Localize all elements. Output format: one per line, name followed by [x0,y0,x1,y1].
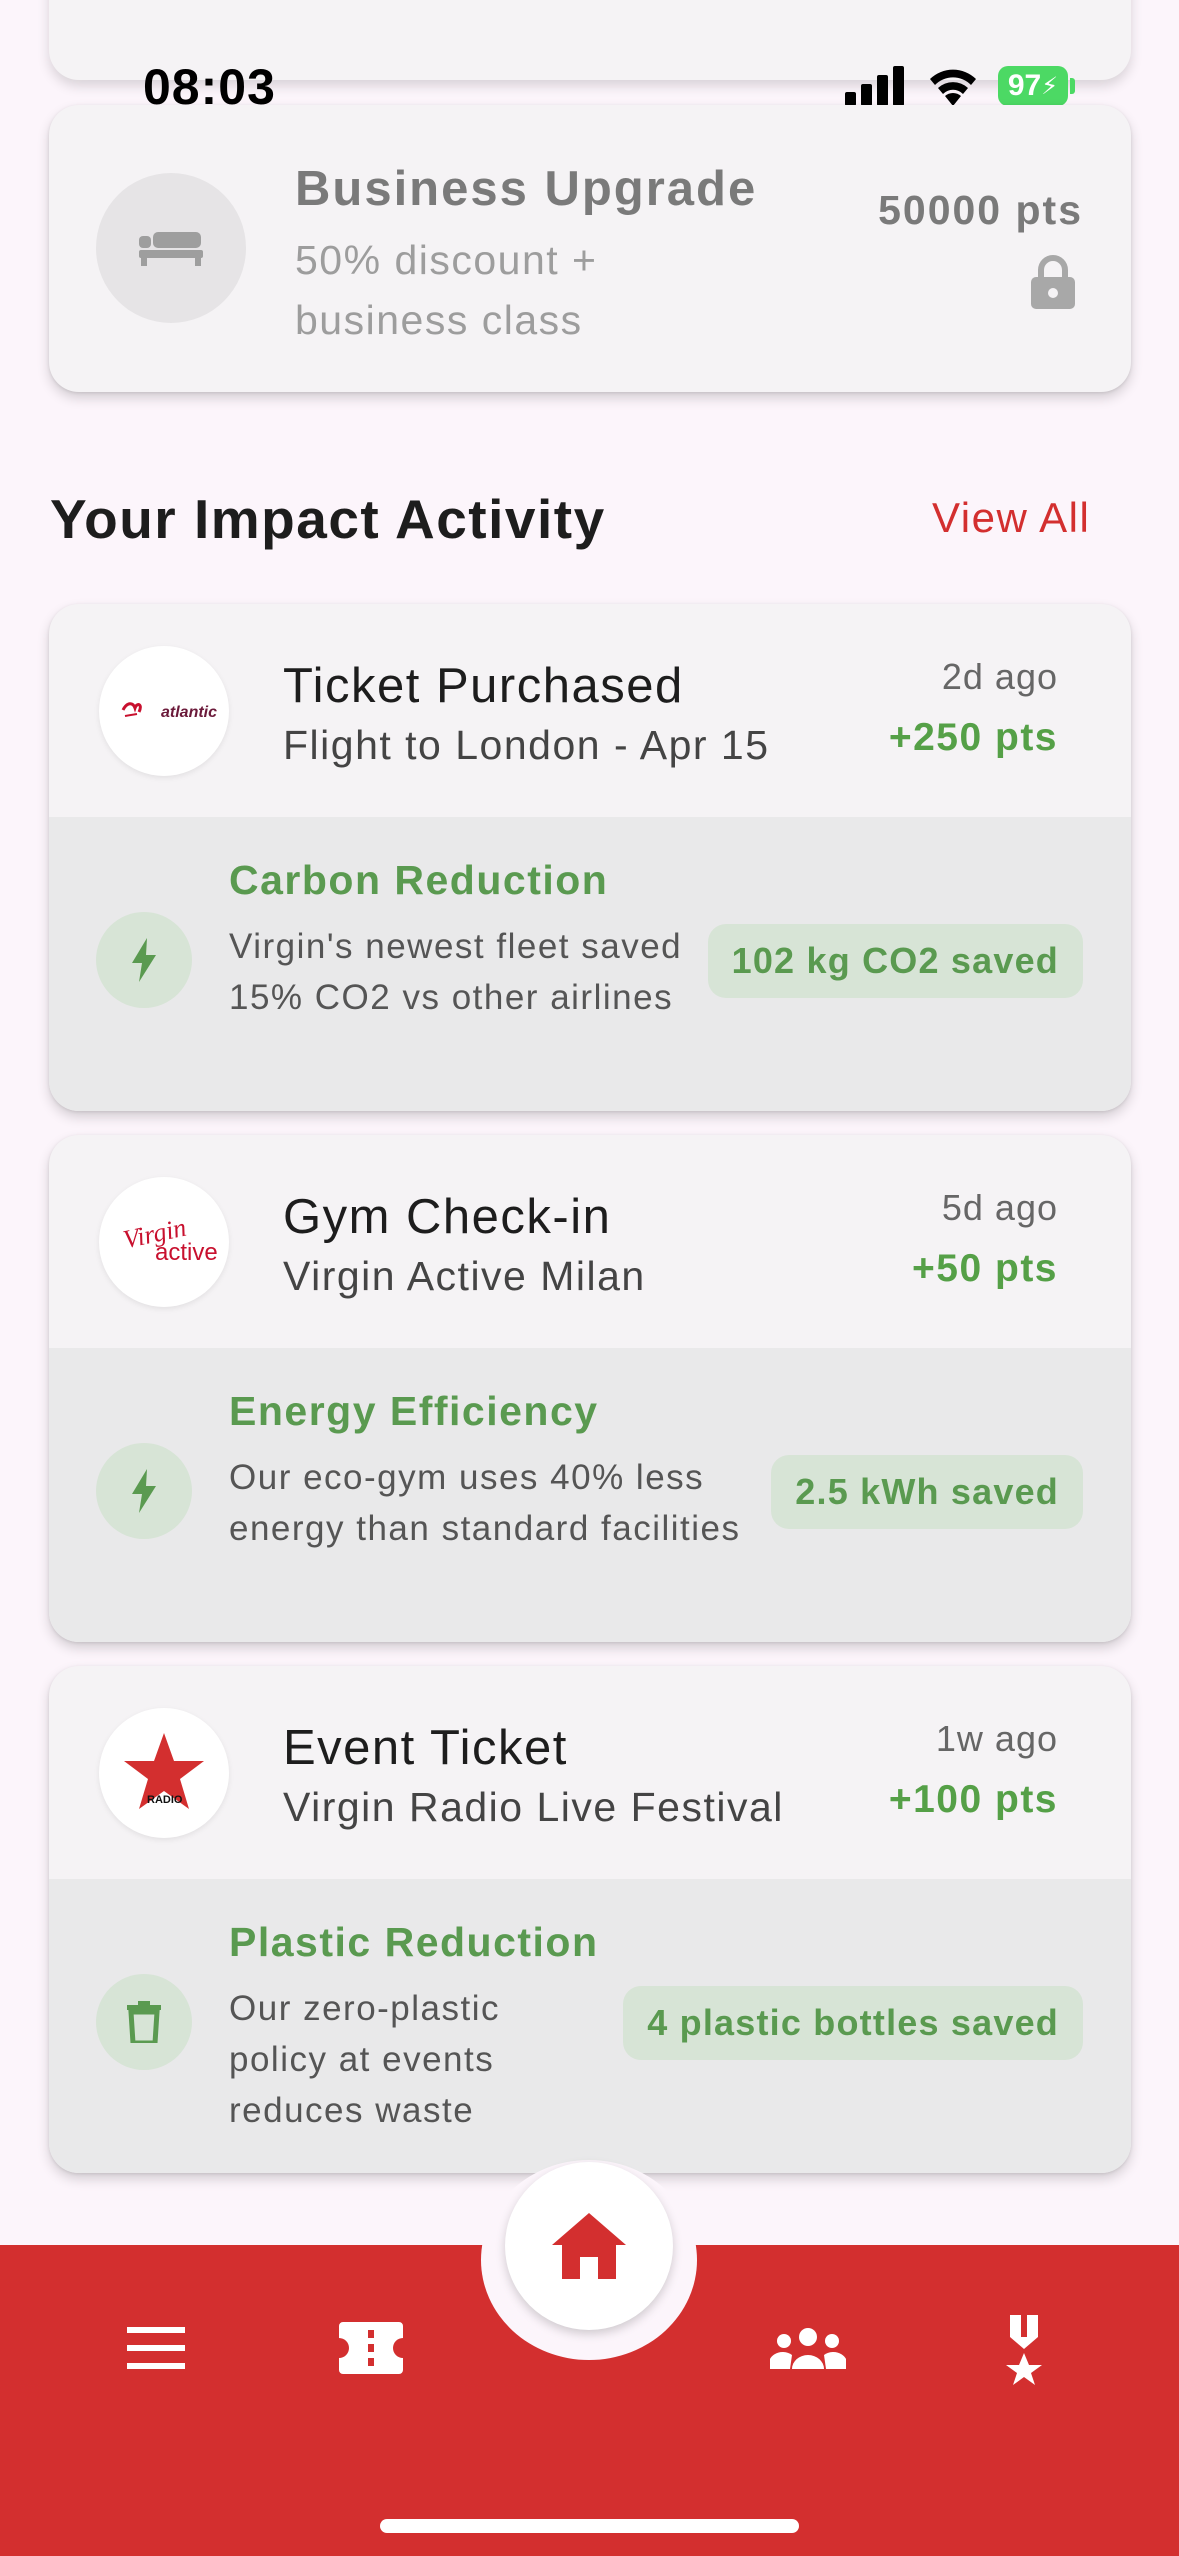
activity-card[interactable]: atlantic Ticket Purchased Flight to Lond… [49,604,1131,1111]
home-button[interactable] [505,2162,673,2330]
battery-level: 97 [1007,69,1042,102]
charging-bolt-icon: ⚡ [1041,72,1059,100]
impact-title: Plastic Reduction [229,1919,599,1965]
nav-community-button[interactable] [766,2322,850,2374]
virgin-atlantic-logo-text: atlantic [161,704,218,721]
view-all-link[interactable]: View All [932,494,1090,542]
battery-indicator: 97 ⚡ [998,66,1068,106]
impact-badge: 2.5 kWh saved [771,1455,1083,1529]
reward-points: 50000 pts [878,187,1083,233]
impact-section: Carbon Reduction Virgin's newest fleet s… [49,817,1131,1111]
reward-description: 50% discount + business class [295,237,598,343]
impact-description: Virgin's newest fleet saved 15% CO2 vs o… [229,927,683,1017]
signal-icon [845,66,904,106]
activity-points: +100 pts [888,1778,1058,1821]
battery-tip [1070,78,1075,94]
activity-subtitle: Virgin Active Milan [283,1253,646,1299]
activity-time: 5d ago [941,1187,1058,1228]
activity-title: Gym Check-in [283,1190,612,1244]
home-icon [552,2213,626,2279]
impact-description: Our zero-plastic policy at events reduce… [229,1989,501,2130]
reward-icon-circle [96,173,246,323]
activity-card[interactable]: RADIO Event Ticket Virgin Radio Live Fes… [49,1666,1131,2173]
virgin-atlantic-logo: atlantic [99,646,229,776]
impact-title: Energy Efficiency [229,1388,599,1434]
activity-title: Ticket Purchased [283,659,684,713]
bed-icon [139,232,203,266]
activity-time: 2d ago [941,656,1058,697]
activity-time: 1w ago [935,1718,1058,1759]
virgin-radio-logo: RADIO [99,1708,229,1838]
nav-menu-button[interactable] [118,2320,194,2376]
activity-title: Event Ticket [283,1721,568,1775]
medal-icon [1006,2315,1042,2385]
activity-subtitle: Virgin Radio Live Festival [283,1784,784,1830]
impact-icon-circle [96,1974,192,2070]
impact-section: Energy Efficiency Our eco-gym uses 40% l… [49,1348,1131,1642]
impact-icon-circle [96,912,192,1008]
ticket-icon [339,2322,403,2374]
reward-title: Business Upgrade [295,162,758,216]
menu-icon [127,2327,185,2369]
virgin-active-logo: Virgin active [99,1177,229,1307]
nav-tickets-button[interactable] [333,2318,409,2378]
activity-subtitle: Flight to London - Apr 15 [283,722,770,768]
impact-badge: 102 kg CO2 saved [707,924,1083,998]
impact-description: Our eco-gym uses 40% less energy than st… [229,1458,741,1548]
nav-rewards-button[interactable] [996,2312,1052,2388]
section-title: Your Impact Activity [50,488,606,550]
home-indicator [380,2519,799,2533]
trash-icon [127,2001,161,2043]
lock-icon [1031,255,1075,309]
bolt-icon [132,938,156,982]
activity-card[interactable]: Virgin active Gym Check-in Virgin Active… [49,1135,1131,1642]
impact-icon-circle [96,1443,192,1539]
virgin-radio-logo-text: RADIO [147,1794,183,1806]
virgin-active-logo-text: active [155,1239,218,1266]
impact-section: Plastic Reduction Our zero-plastic polic… [49,1879,1131,2173]
bolt-icon [132,1469,156,1513]
reward-card[interactable]: Business Upgrade 50% discount + business… [49,105,1131,392]
impact-badge: 4 plastic bottles saved [623,1986,1083,2060]
activity-points: +50 pts [912,1247,1058,1290]
activity-points: +250 pts [888,716,1058,759]
impact-title: Carbon Reduction [229,857,609,903]
group-icon [770,2328,846,2369]
wifi-icon [930,69,976,106]
